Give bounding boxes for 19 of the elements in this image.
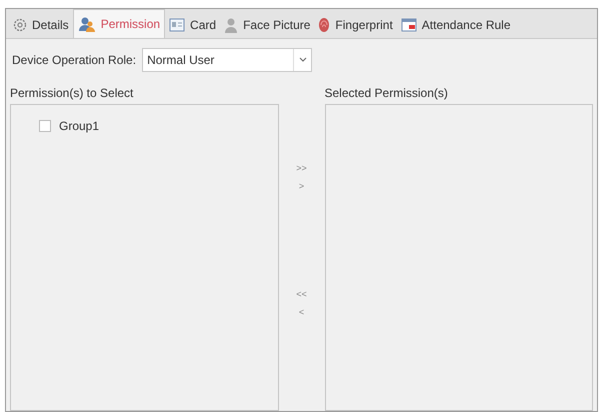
tab[interactable]: Permission bbox=[72, 9, 166, 38]
card-icon bbox=[169, 18, 186, 32]
tab[interactable]: Face Picture bbox=[220, 11, 314, 38]
users-icon bbox=[78, 16, 96, 32]
tab[interactable]: Fingerprint bbox=[314, 11, 397, 38]
calendar-icon bbox=[400, 18, 417, 32]
chevron-down-icon bbox=[298, 57, 307, 63]
role-dropdown[interactable]: Normal User bbox=[142, 48, 312, 72]
list-title: Permission(s) to Select bbox=[10, 85, 134, 100]
role-label: Device Operation Role: bbox=[12, 52, 136, 69]
person-icon bbox=[224, 16, 238, 32]
gear-icon bbox=[13, 18, 27, 32]
tab[interactable]: Card bbox=[165, 11, 220, 38]
list-title: Selected Permission(s) bbox=[324, 85, 449, 100]
tab[interactable]: Details bbox=[9, 11, 73, 38]
tab[interactable]: Attendance Rule bbox=[396, 11, 515, 38]
fingerprint-icon bbox=[318, 16, 330, 32]
checkbox[interactable] bbox=[39, 120, 51, 132]
group-label: Group1 bbox=[59, 118, 100, 135]
